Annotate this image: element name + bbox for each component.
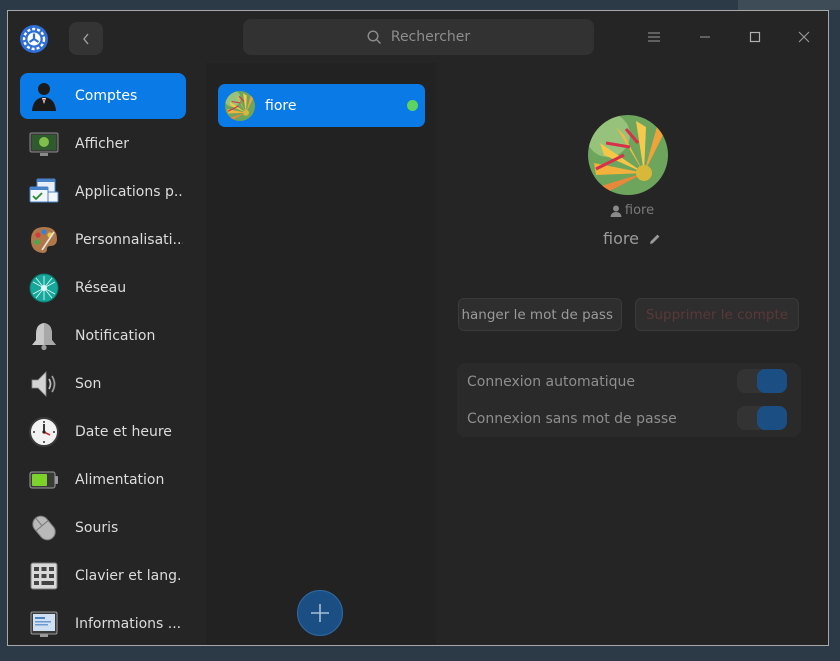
edit-pencil-icon[interactable] xyxy=(649,233,661,245)
online-status-indicator xyxy=(407,100,418,111)
user-list-item-name: fiore xyxy=(265,97,297,114)
account-avatar[interactable] xyxy=(588,115,668,195)
sidebar-item-label: Personnalisati... xyxy=(75,232,183,248)
delete-account-button[interactable]: Supprimer le compte xyxy=(635,298,799,331)
menu-icon xyxy=(648,32,660,42)
sidebar-item-souris[interactable]: Souris xyxy=(20,505,186,551)
default-apps-icon xyxy=(29,178,59,203)
delete-account-label: Supprimer le compte xyxy=(645,306,789,323)
sidebar-item-applications[interactable]: Applications p... xyxy=(20,169,186,215)
change-password-label: hanger le mot de pass xyxy=(461,306,613,323)
close-button[interactable] xyxy=(796,29,812,45)
search-placeholder: Rechercher xyxy=(390,29,471,45)
personalization-icon xyxy=(31,227,57,253)
login-name-text: fiore xyxy=(624,203,655,218)
sidebar-item-label: Date et heure xyxy=(75,424,172,440)
login-options: Connexion automatique Connexion sans mot… xyxy=(457,363,801,437)
display-icon xyxy=(29,132,59,156)
auto-login-label: Connexion automatique xyxy=(467,373,635,390)
flower-avatar-icon xyxy=(588,115,668,195)
search-input[interactable]: Rechercher xyxy=(243,19,594,55)
sidebar-item-label: Comptes xyxy=(75,88,138,104)
flower-avatar-icon xyxy=(225,90,255,121)
sidebar-item-reseau[interactable]: Réseau xyxy=(20,265,186,311)
full-name: fiore xyxy=(436,229,828,248)
sidebar-item-informations[interactable]: Informations ... xyxy=(20,601,186,645)
control-center-logo-icon xyxy=(20,25,48,53)
sidebar-item-label: Afficher xyxy=(75,136,130,152)
sidebar: Comptes Afficher Applications p... Perso… xyxy=(8,63,206,645)
sidebar-item-clavier[interactable]: Clavier et lang... xyxy=(20,553,186,599)
sidebar-item-label: Son xyxy=(75,376,102,392)
avatar xyxy=(225,90,255,121)
full-name-text: fiore xyxy=(603,229,639,248)
auto-login-row: Connexion automatique xyxy=(457,363,801,400)
back-button[interactable] xyxy=(69,22,103,55)
close-icon xyxy=(798,31,810,43)
sidebar-item-alimentation[interactable]: Alimentation xyxy=(20,457,186,503)
login-name: fiore xyxy=(436,203,828,218)
sound-icon xyxy=(31,371,56,397)
change-password-button[interactable]: hanger le mot de pass xyxy=(458,298,622,331)
clock-icon xyxy=(29,417,59,447)
notification-icon xyxy=(32,323,56,351)
sidebar-item-label: Souris xyxy=(75,520,119,536)
titlebar: Rechercher xyxy=(8,11,828,63)
auto-login-toggle[interactable] xyxy=(737,369,787,393)
account-detail-panel: fiore fiore hanger le mot de pass Suppri… xyxy=(436,63,828,645)
sidebar-item-label: Notification xyxy=(75,328,156,344)
sidebar-item-date-heure[interactable]: Date et heure xyxy=(20,409,186,455)
user-list-panel: fiore xyxy=(206,63,436,645)
power-icon xyxy=(29,471,58,489)
search-icon xyxy=(367,29,381,44)
maximize-button[interactable] xyxy=(747,29,763,45)
sidebar-item-comptes[interactable]: Comptes xyxy=(20,73,186,119)
sidebar-item-label: Applications p... xyxy=(75,184,183,200)
sidebar-item-label: Alimentation xyxy=(75,472,165,488)
settings-window: Rechercher Comptes Afficher Applications… xyxy=(7,10,829,646)
plus-icon xyxy=(311,604,329,622)
sidebar-item-personnalisation[interactable]: Personnalisati... xyxy=(20,217,186,263)
passwordless-login-label: Connexion sans mot de passe xyxy=(467,410,677,427)
minimize-icon xyxy=(700,36,710,38)
mouse-icon xyxy=(32,515,56,541)
network-icon xyxy=(29,273,59,303)
sidebar-item-afficher[interactable]: Afficher xyxy=(20,121,186,167)
chevron-left-icon xyxy=(83,33,89,44)
sidebar-item-notification[interactable]: Notification xyxy=(20,313,186,359)
system-info-icon xyxy=(30,611,58,637)
passwordless-login-toggle[interactable] xyxy=(737,406,787,430)
user-icon xyxy=(610,205,622,217)
sidebar-item-son[interactable]: Son xyxy=(20,361,186,407)
menu-button[interactable] xyxy=(646,29,662,45)
sidebar-item-label: Clavier et lang... xyxy=(75,568,183,584)
keyboard-icon xyxy=(30,562,58,590)
passwordless-login-row: Connexion sans mot de passe xyxy=(457,400,801,437)
sidebar-item-label: Réseau xyxy=(75,280,127,296)
user-list-item[interactable]: fiore xyxy=(218,84,425,127)
maximize-icon xyxy=(749,31,761,43)
sidebar-item-label: Informations ... xyxy=(75,616,182,632)
add-user-button[interactable] xyxy=(297,590,343,636)
accounts-icon xyxy=(32,83,56,111)
minimize-button[interactable] xyxy=(697,29,713,45)
